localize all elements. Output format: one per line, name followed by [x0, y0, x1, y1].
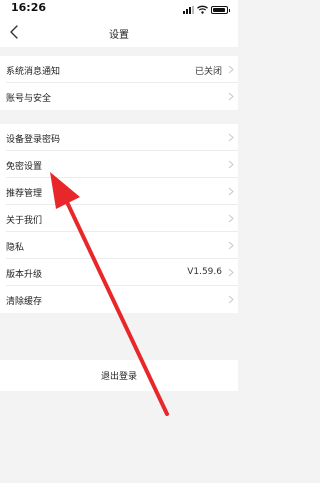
chevron-right-icon [228, 160, 234, 169]
settings-item-label: 设备登录密码 [6, 135, 61, 145]
settings-item-account-security[interactable]: 账号与安全 [0, 83, 238, 110]
settings-item-version-upgrade[interactable]: 版本升级 V1.59.6 [0, 259, 238, 286]
status-bar: 16:26 [0, 0, 238, 18]
cellular-signal-icon [183, 6, 194, 14]
settings-item-label: 推荐管理 [6, 189, 43, 199]
chevron-right-icon [228, 187, 234, 196]
chevron-right-icon [228, 214, 234, 223]
chevron-right-icon [228, 92, 234, 101]
battery-icon [211, 6, 230, 14]
settings-item-about-us[interactable]: 关于我们 [0, 205, 238, 232]
settings-item-system-notifications[interactable]: 系统消息通知 已关闭 [0, 56, 238, 83]
logout-label: 退出登录 [100, 372, 137, 382]
chevron-right-icon [228, 65, 234, 74]
logout-button[interactable]: 退出登录 [0, 360, 238, 391]
chevron-right-icon [228, 133, 234, 142]
nav-bar: 设置 [0, 18, 238, 47]
settings-item-device-login-password[interactable]: 设备登录密码 [0, 124, 238, 151]
status-time: 16:26 [11, 1, 47, 14]
settings-item-value: 已关闭 [194, 67, 222, 77]
settings-group-1: 系统消息通知 已关闭 账号与安全 [0, 56, 238, 110]
page-title: 设置 [109, 30, 129, 41]
settings-item-label: 版本升级 [6, 270, 43, 280]
version-value: V1.59.6 [187, 267, 222, 277]
settings-item-password-free[interactable]: 免密设置 [0, 151, 238, 178]
chevron-right-icon [228, 295, 234, 304]
settings-item-label: 免密设置 [6, 162, 43, 172]
status-icons [183, 4, 230, 14]
settings-item-label: 清除缓存 [6, 297, 43, 307]
settings-item-clear-cache[interactable]: 清除缓存 [0, 286, 238, 313]
settings-item-label: 系统消息通知 [6, 67, 61, 77]
wifi-icon [197, 5, 208, 14]
settings-item-label: 账号与安全 [6, 94, 52, 104]
chevron-right-icon [228, 268, 234, 277]
settings-item-recommendation[interactable]: 推荐管理 [0, 178, 238, 205]
chevron-right-icon [228, 241, 234, 250]
settings-item-label: 关于我们 [6, 216, 43, 226]
settings-item-label: 隐私 [6, 243, 25, 253]
settings-item-privacy[interactable]: 隐私 [0, 232, 238, 259]
settings-group-2: 设备登录密码 免密设置 推荐管理 关于我们 隐私 版本升级 V1.59.6 清除… [0, 124, 238, 313]
